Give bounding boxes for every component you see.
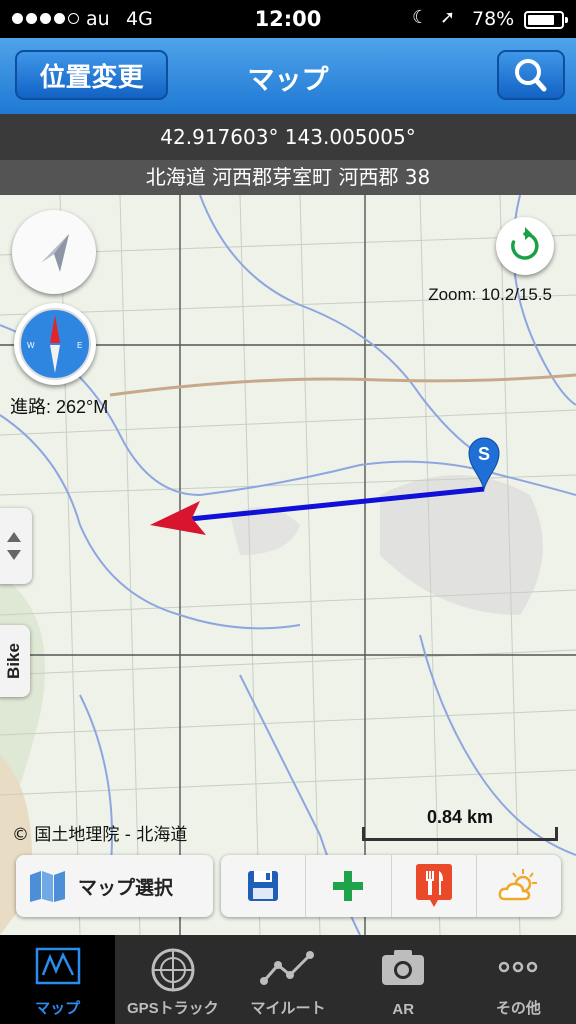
current-location-button[interactable] (12, 210, 96, 294)
scale-bar (362, 827, 558, 841)
tab-ar[interactable]: AR (346, 935, 461, 1024)
tab-ar-label: AR (392, 1001, 415, 1018)
tab-map[interactable]: マップ (0, 935, 116, 1024)
panel-toggle-handle[interactable] (0, 508, 32, 584)
start-marker-label: S (478, 444, 490, 464)
restaurant-button[interactable] (392, 855, 477, 917)
compass-icon: W E (19, 308, 91, 380)
map-copyright: © 国土地理院 - 北海道 (12, 825, 188, 845)
tab-gps-track[interactable]: GPSトラック (115, 935, 230, 1024)
weather-icon (498, 869, 537, 901)
status-bar: au 4G 12:00 ☾ ➚ 78% (0, 0, 576, 38)
map-tab-icon (35, 947, 80, 985)
location-services-icon: ➚ (440, 7, 456, 28)
address-bar: 北海道 河西郡芽室町 河西郡 38 (0, 160, 576, 195)
refresh-button[interactable] (496, 217, 554, 275)
tab-map-label: マップ (35, 1000, 81, 1017)
do-not-disturb-icon: ☾ (412, 7, 429, 28)
battery-percentage: 78% (472, 8, 515, 30)
compass-button[interactable]: W E (14, 303, 96, 385)
tab-more[interactable]: その他 (461, 935, 576, 1024)
add-button[interactable] (306, 855, 392, 917)
zoom-level: Zoom: 10.2/15.5 (428, 285, 552, 304)
up-down-arrows-icon (7, 532, 21, 560)
search-icon (515, 59, 547, 92)
search-button[interactable] (497, 50, 565, 100)
radar-icon (151, 948, 195, 992)
map-view[interactable]: S W E Zoom: 10.2/15.5 進路: 262°M Bike © 国… (0, 195, 576, 935)
tab-bar: マップ GPSトラック マイルート AR その他 (0, 935, 576, 1024)
weather-button[interactable] (477, 855, 561, 917)
svg-text:E: E (77, 341, 82, 350)
more-icon (499, 961, 538, 973)
location-arrow-icon (42, 234, 69, 272)
navigation-bar: 位置変更 マップ (0, 38, 576, 114)
coordinates-bar: 42.917603° 143.005005° (0, 114, 576, 160)
plus-icon (333, 871, 364, 901)
map-toolbar (221, 855, 561, 917)
tab-my-route[interactable]: マイルート (230, 935, 345, 1024)
tab-gps-track-label: GPSトラック (126, 1000, 219, 1017)
bike-mode-tab[interactable]: Bike (0, 625, 30, 697)
tab-my-route-label: マイルート (250, 1000, 326, 1017)
map-select-button[interactable]: マップ選択 (16, 855, 213, 917)
camera-icon (382, 950, 425, 985)
course-heading: 進路: 262°M (10, 397, 109, 417)
bike-mode-label: Bike (4, 643, 23, 679)
page-title: マップ (247, 65, 329, 96)
map-icon (30, 871, 65, 902)
svg-text:W: W (27, 341, 35, 350)
restaurant-icon (415, 864, 452, 907)
map-select-label: マップ選択 (78, 876, 174, 899)
save-button[interactable] (221, 855, 307, 917)
save-icon (248, 871, 279, 901)
tab-more-label: その他 (495, 1000, 541, 1017)
scale-label: 0.84 km (426, 807, 494, 827)
route-icon (260, 951, 314, 985)
refresh-icon (511, 227, 539, 260)
battery-icon (524, 11, 568, 29)
